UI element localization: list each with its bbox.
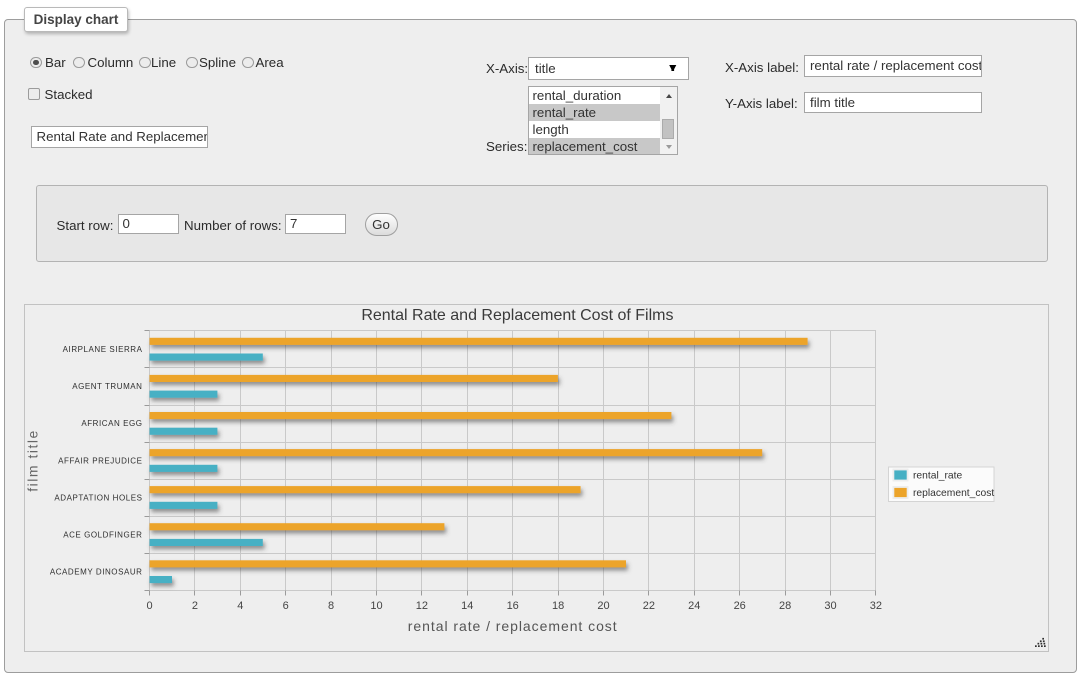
svg-text:26: 26 [734, 600, 746, 612]
svg-text:28: 28 [779, 600, 791, 612]
svg-text:ACADEMY DINOSAUR: ACADEMY DINOSAUR [50, 568, 143, 577]
svg-text:10: 10 [370, 600, 382, 612]
svg-text:AIRPLANE SIERRA: AIRPLANE SIERRA [63, 345, 143, 354]
svg-text:rental_rate: rental_rate [913, 471, 963, 482]
svg-text:6: 6 [283, 600, 289, 612]
svg-text:22: 22 [643, 600, 655, 612]
svg-text:rental rate / replacement cost: rental rate / replacement cost [408, 618, 618, 634]
svg-text:30: 30 [824, 600, 836, 612]
svg-text:AFFAIR PREJUDICE: AFFAIR PREJUDICE [58, 456, 142, 465]
svg-text:32: 32 [870, 600, 882, 612]
svg-text:4: 4 [237, 600, 243, 612]
svg-text:14: 14 [461, 600, 473, 612]
svg-text:film title: film title [25, 429, 41, 491]
svg-text:24: 24 [688, 600, 700, 612]
svg-text:18: 18 [552, 600, 564, 612]
svg-text:ADAPTATION HOLES: ADAPTATION HOLES [54, 493, 142, 502]
svg-text:0: 0 [146, 600, 152, 612]
svg-text:2: 2 [192, 600, 198, 612]
svg-text:AGENT TRUMAN: AGENT TRUMAN [72, 382, 142, 391]
svg-text:20: 20 [597, 600, 609, 612]
svg-text:Rental Rate and Replacement Co: Rental Rate and Replacement Cost of Film… [361, 307, 673, 324]
svg-text:replacement_cost: replacement_cost [913, 488, 994, 499]
svg-text:AFRICAN EGG: AFRICAN EGG [81, 419, 142, 428]
svg-text:16: 16 [507, 600, 519, 612]
svg-text:ACE GOLDFINGER: ACE GOLDFINGER [63, 531, 142, 540]
svg-text:12: 12 [416, 600, 428, 612]
svg-text:8: 8 [328, 600, 334, 612]
